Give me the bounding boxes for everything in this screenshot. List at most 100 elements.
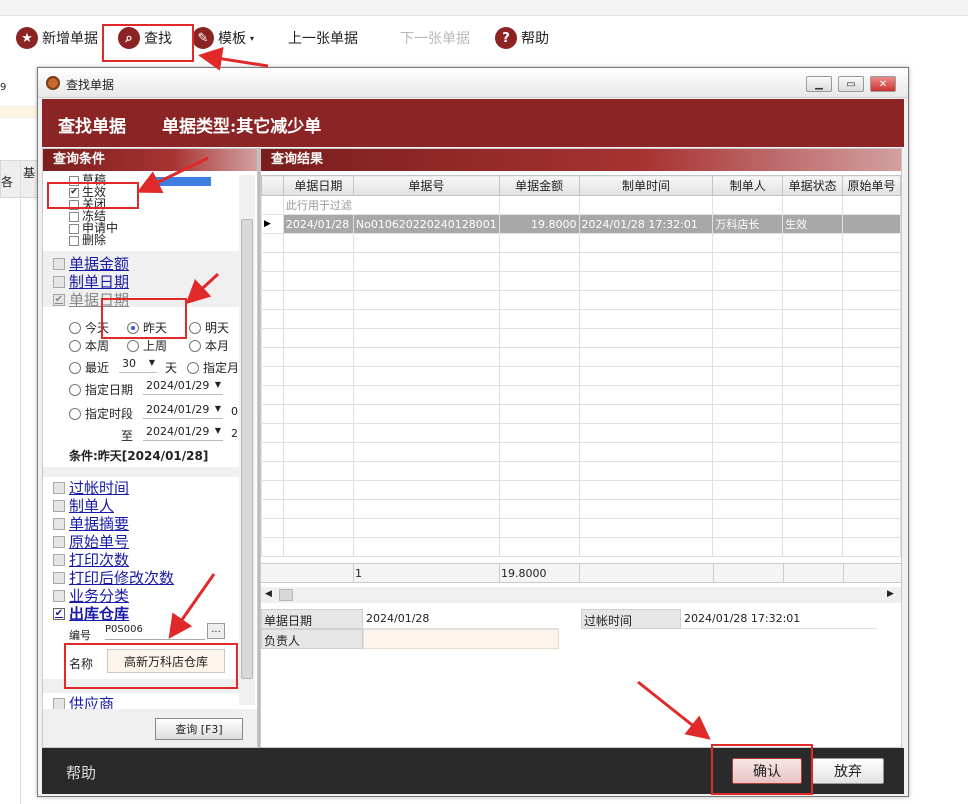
table-cell[interactable] bbox=[498, 385, 580, 405]
table-cell[interactable] bbox=[261, 404, 284, 424]
range-from-time[interactable]: 0 bbox=[231, 405, 238, 418]
table-cell[interactable] bbox=[842, 537, 901, 557]
table-cell[interactable] bbox=[352, 271, 500, 291]
radio-dot[interactable] bbox=[189, 321, 201, 334]
table-cell[interactable] bbox=[712, 271, 784, 291]
table-cell[interactable] bbox=[782, 252, 844, 272]
checkbox[interactable] bbox=[53, 499, 65, 512]
table-cell[interactable] bbox=[282, 385, 354, 405]
table-cell[interactable] bbox=[842, 366, 901, 386]
table-cell[interactable] bbox=[578, 328, 714, 348]
table-cell[interactable] bbox=[498, 347, 580, 367]
table-cell[interactable] bbox=[782, 271, 844, 291]
column-header[interactable]: 制单时间 bbox=[578, 175, 714, 196]
table-cell[interactable] bbox=[712, 461, 784, 481]
table-cell[interactable] bbox=[578, 442, 714, 462]
table-cell[interactable] bbox=[352, 290, 500, 310]
table-cell[interactable] bbox=[282, 290, 354, 310]
table-cell[interactable] bbox=[352, 366, 500, 386]
checkbox[interactable] bbox=[53, 589, 65, 602]
table-cell[interactable] bbox=[282, 442, 354, 462]
table-cell[interactable] bbox=[712, 290, 784, 310]
checkbox[interactable] bbox=[53, 697, 65, 710]
table-cell[interactable]: 生效 bbox=[782, 214, 844, 234]
table-cell[interactable] bbox=[282, 366, 354, 386]
column-header[interactable]: 制单人 bbox=[712, 175, 784, 196]
minimize-button[interactable]: ▁ bbox=[806, 76, 832, 92]
filter-hint[interactable]: 此行用于过滤 bbox=[282, 195, 500, 215]
table-cell[interactable] bbox=[712, 537, 784, 557]
range-to-time[interactable]: 2 bbox=[231, 427, 238, 440]
table-cell[interactable] bbox=[578, 423, 714, 443]
table-cell[interactable] bbox=[842, 233, 901, 253]
table-cell[interactable] bbox=[712, 252, 784, 272]
table-cell[interactable] bbox=[498, 290, 580, 310]
table-cell[interactable] bbox=[578, 480, 714, 500]
table-cell[interactable] bbox=[352, 499, 500, 519]
table-cell[interactable] bbox=[352, 252, 500, 272]
radio-specified-date[interactable]: 指定日期 bbox=[69, 381, 133, 398]
table-row[interactable] bbox=[261, 461, 901, 481]
table-cell[interactable] bbox=[352, 442, 500, 462]
table-cell[interactable] bbox=[842, 499, 901, 519]
radio-dot[interactable] bbox=[69, 383, 81, 396]
table-row[interactable] bbox=[261, 271, 901, 291]
checkbox[interactable] bbox=[53, 517, 65, 530]
table-cell[interactable] bbox=[578, 271, 714, 291]
table-cell[interactable] bbox=[282, 252, 354, 272]
scrollbar-thumb[interactable] bbox=[279, 589, 293, 601]
checkbox[interactable] bbox=[69, 235, 79, 246]
table-cell[interactable] bbox=[578, 385, 714, 405]
table-cell[interactable] bbox=[261, 480, 284, 500]
scroll-right-icon[interactable]: ▶ bbox=[887, 589, 894, 599]
table-cell[interactable] bbox=[842, 480, 901, 500]
table-cell[interactable] bbox=[498, 366, 580, 386]
table-cell[interactable] bbox=[782, 309, 844, 329]
table-cell[interactable] bbox=[842, 423, 901, 443]
table-cell[interactable]: 19.8000 bbox=[498, 214, 580, 234]
checkbox[interactable] bbox=[69, 223, 79, 234]
help-link[interactable]: 帮助 bbox=[66, 762, 96, 783]
browse-button[interactable]: ... bbox=[207, 623, 225, 639]
checkbox[interactable] bbox=[53, 571, 65, 584]
table-cell[interactable] bbox=[498, 461, 580, 481]
field-outbound-warehouse[interactable]: ✔ 出库仓库 bbox=[53, 603, 129, 624]
table-cell[interactable]: 2024/01/28 17:32:01 bbox=[578, 214, 714, 234]
table-cell[interactable] bbox=[712, 404, 784, 424]
radio-specified-range[interactable]: 指定时段 bbox=[69, 405, 133, 422]
radio-dot[interactable] bbox=[69, 321, 81, 334]
filter-row[interactable]: 此行用于过滤 bbox=[261, 195, 901, 215]
table-cell[interactable] bbox=[352, 347, 500, 367]
table-cell[interactable] bbox=[352, 423, 500, 443]
radio-today[interactable]: 今天 bbox=[69, 319, 109, 336]
confirm-button[interactable]: 确认 bbox=[732, 758, 802, 784]
table-cell[interactable] bbox=[261, 271, 284, 291]
specified-date-picker[interactable]: 2024/01/29 ▼ bbox=[143, 377, 223, 395]
radio-this-month[interactable]: 本月 bbox=[189, 337, 229, 354]
checkbox[interactable] bbox=[53, 553, 65, 566]
column-header[interactable]: 单据号 bbox=[352, 175, 500, 196]
warehouse-code-input[interactable]: P0S006 bbox=[105, 624, 205, 640]
table-cell[interactable] bbox=[261, 252, 284, 272]
discard-button[interactable]: 放弃 bbox=[812, 758, 884, 784]
radio-dot[interactable] bbox=[127, 339, 139, 352]
table-cell[interactable] bbox=[782, 366, 844, 386]
table-cell[interactable] bbox=[782, 518, 844, 538]
table-row[interactable] bbox=[261, 518, 901, 538]
table-cell[interactable] bbox=[352, 537, 500, 557]
table-cell[interactable] bbox=[498, 309, 580, 329]
radio-dot[interactable] bbox=[69, 339, 81, 352]
table-cell[interactable] bbox=[842, 252, 901, 272]
checkbox[interactable] bbox=[53, 535, 65, 548]
table-cell[interactable] bbox=[712, 347, 784, 367]
table-cell[interactable] bbox=[352, 461, 500, 481]
checkbox[interactable] bbox=[53, 257, 65, 270]
table-cell[interactable] bbox=[352, 480, 500, 500]
table-cell[interactable] bbox=[261, 309, 284, 329]
table-cell[interactable] bbox=[712, 480, 784, 500]
table-cell[interactable] bbox=[782, 290, 844, 310]
column-header[interactable]: 单据金额 bbox=[498, 175, 580, 196]
table-cell[interactable] bbox=[578, 233, 714, 253]
table-cell[interactable] bbox=[282, 233, 354, 253]
table-cell[interactable] bbox=[261, 328, 284, 348]
